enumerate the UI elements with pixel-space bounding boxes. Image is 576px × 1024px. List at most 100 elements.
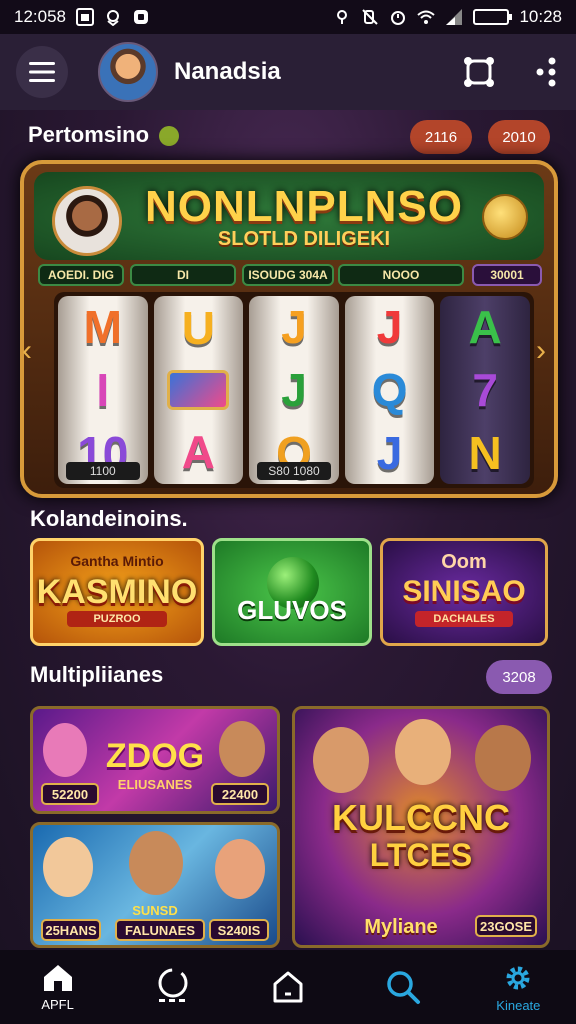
reel-symbol: J	[281, 301, 307, 354]
card-top-text: Oom	[441, 551, 487, 573]
reel-symbol: J	[376, 301, 403, 354]
featured-slot-machine[interactable]: NONLNPLNSO SLOTLD DILIGEKI AOEDI. DIG DI…	[20, 160, 558, 498]
featured-pill-a[interactable]: 2116	[410, 120, 472, 154]
tile-title: SUNSD	[132, 903, 178, 918]
reel-symbol: N	[468, 426, 502, 479]
nav-house[interactable]	[248, 955, 328, 1019]
character-image	[475, 725, 531, 791]
card-title: GLUVOS	[237, 594, 347, 625]
character-image	[215, 839, 265, 899]
search-icon	[387, 971, 421, 1004]
home-icon	[43, 964, 72, 991]
tile-tag: S240IS	[209, 919, 269, 941]
avatar[interactable]	[98, 42, 158, 102]
ticket-icon	[167, 369, 230, 410]
reel-symbol: M	[83, 301, 122, 354]
coins-icon	[482, 194, 528, 240]
slot-subtitle: SLOTLD DILIGEKI	[217, 228, 391, 250]
reel: U A	[153, 296, 244, 484]
reel: M I 10 1100	[58, 296, 148, 484]
nav-search[interactable]	[363, 955, 443, 1019]
battery-icon	[473, 9, 513, 25]
reel-symbol: 7	[472, 363, 498, 416]
status-time-left: 12:058	[14, 7, 66, 26]
reel-symbol: J	[376, 426, 403, 479]
info-badge: DI	[130, 264, 236, 286]
game-tile[interactable]: KULCCNC LTCES Myliane 23GOSE	[292, 706, 550, 948]
tile-tag: 22400	[211, 783, 269, 805]
main-content: Pertomsino 2116 2010 NONLNPLNSO SLOTLD D…	[0, 110, 576, 950]
game-card[interactable]: Oom SINISAO DACHALES	[380, 538, 548, 646]
featured-pill-b[interactable]: 2010	[488, 120, 550, 154]
info-badge: 30001	[472, 264, 542, 286]
signal-icon	[446, 9, 463, 25]
tile-tag: 25HANS	[41, 919, 101, 941]
game-tile[interactable]: ZDOG ELIUSANES 52200 22400	[30, 706, 280, 814]
reel: J J Q S80 1080	[249, 296, 339, 484]
slot-reels: M I 10 1100 U A J J Q S80 1080 J Q J A 7…	[54, 292, 534, 488]
card-subtitle: DACHALES	[415, 611, 513, 627]
nav-refresh[interactable]	[133, 955, 213, 1019]
reel-label: S80 1080	[257, 462, 331, 480]
house-outline-icon	[273, 971, 303, 1003]
app-title: Nanadsia	[174, 58, 281, 85]
info-badge: NOOO	[338, 264, 464, 286]
reel-symbol: I	[96, 363, 110, 416]
dealer-avatar	[52, 186, 122, 256]
reel-symbol: A	[468, 301, 502, 354]
tile-title: ZDOG	[105, 737, 205, 775]
notification-icon	[134, 10, 148, 24]
status-bar: 12:058 10:28	[0, 0, 576, 34]
nav-home[interactable]: APFL	[18, 955, 98, 1019]
featured-section-title: Pertomsino	[28, 122, 180, 148]
fullscreen-icon[interactable]	[462, 55, 496, 89]
chevron-left-icon[interactable]: ‹	[22, 334, 42, 374]
location-icon	[107, 10, 119, 26]
info-badge: AOEDI. DIG	[38, 264, 124, 286]
game-card[interactable]: GLUVOS	[212, 538, 372, 646]
tile-tag: 23GOSE	[475, 915, 537, 937]
recommended-section-title: Kolandeinoins.	[30, 506, 188, 531]
reel: A 7 N	[440, 296, 530, 484]
slot-marquee: NONLNPLNSO SLOTLD DILIGEKI	[34, 172, 544, 260]
tile-tag: FALUNAES	[115, 919, 205, 941]
reel-symbol: Q	[371, 363, 408, 416]
mute-icon	[362, 9, 379, 25]
nav-home-label: APFL	[41, 996, 74, 1012]
reel: J Q J	[344, 296, 435, 484]
nav-settings-label: Kineate	[496, 997, 541, 1013]
character-image	[43, 837, 93, 897]
multi-pill[interactable]: 3208	[486, 660, 552, 694]
tile-title-2: LTCES	[369, 837, 473, 873]
card-title: KASMINO	[36, 572, 198, 611]
slot-title: NONLNPLNSO	[145, 182, 463, 231]
card-title: SINISAO	[402, 575, 526, 608]
more-icon[interactable]	[536, 57, 560, 87]
character-image	[313, 727, 369, 793]
refresh-icon	[158, 968, 188, 1002]
wifi-icon	[417, 10, 436, 24]
character-image	[395, 719, 451, 785]
menu-button[interactable]	[16, 46, 68, 98]
bottom-navigation: APFL Kineate	[0, 950, 576, 1024]
gallery-icon	[76, 8, 94, 26]
hamburger-icon	[29, 62, 55, 82]
app-header: Nanadsia	[0, 34, 576, 110]
game-tile[interactable]: SUNSD 25HANS FALUNAES S240IS	[30, 822, 280, 948]
nav-settings[interactable]: Kineate	[478, 955, 558, 1019]
info-badge: ISOUDG 304A	[242, 264, 334, 286]
card-top-text: Gantha Mintio	[70, 553, 164, 569]
reel-symbol: J	[281, 363, 307, 416]
chevron-right-icon[interactable]: ›	[536, 334, 556, 374]
reel-symbol: U	[181, 302, 215, 355]
pin-icon	[337, 10, 348, 24]
verified-icon	[159, 126, 180, 147]
alarm-icon	[391, 11, 406, 25]
tile-title: KULCCNC	[332, 797, 510, 838]
game-card[interactable]: Gantha Mintio KASMINO PUZROO	[30, 538, 204, 646]
status-time-right: 10:28	[519, 7, 562, 26]
card-subtitle: PUZROO	[66, 611, 168, 627]
tile-tag: 52200	[41, 783, 99, 805]
gear-icon	[506, 966, 530, 989]
reel-label: 1100	[66, 462, 140, 480]
